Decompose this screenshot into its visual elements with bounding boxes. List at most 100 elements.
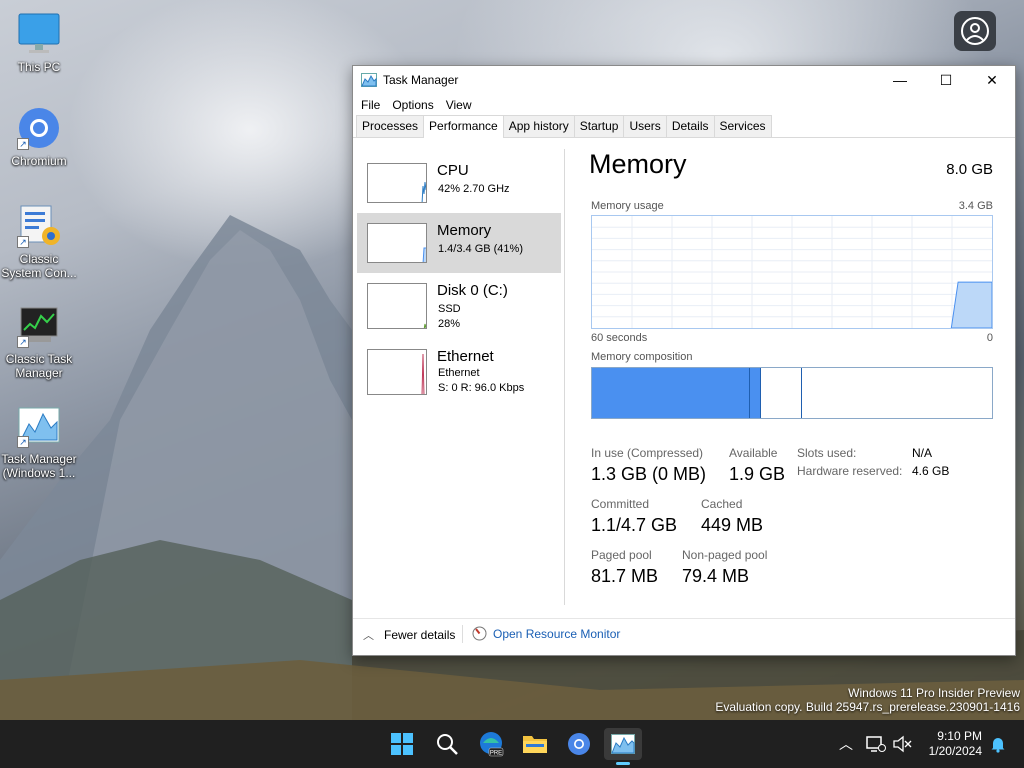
show-hidden-icons-button[interactable]: ︿ [830,728,862,760]
sidebar-item-detail: 1.4/3.4 GB (41%) [438,243,523,255]
window-title: Task Manager [383,73,459,87]
tab-processes[interactable]: Processes [356,115,425,137]
tab-app-history[interactable]: App history [502,115,575,137]
memory-usage-area [950,281,992,328]
tab-performance[interactable]: Performance [423,115,504,138]
network-icon [866,736,886,752]
chromium-icon [568,733,590,755]
stat-in-use-value: 1.3 GB (0 MB) [591,464,707,484]
stat-slots-value: N/A [912,446,933,460]
sidebar-item-cpu[interactable]: CPU 42% 2.70 GHz [357,153,561,213]
fewer-details-button[interactable]: ︿ Fewer details [363,627,455,643]
watermark-line1: Windows 11 Pro Insider Preview [848,686,1020,700]
stat-committed-label: Committed [591,497,650,511]
chromium-taskbar-button[interactable] [563,728,595,760]
menu-options[interactable]: Options [387,98,438,112]
sidebar-item-detail: 42% 2.70 GHz [438,183,510,195]
cpu-thumbnail-graph [367,163,427,203]
sidebar-item-label: Memory [437,222,492,239]
folder-icon [523,736,547,753]
desktop-icon-task-manager[interactable]: ↗ Task Manager (Windows 1... [0,404,78,480]
composition-standby [761,368,803,418]
search-icon [437,734,458,755]
sidebar-item-label: Ethernet [437,348,494,365]
stat-nonpaged-value: 79.4 MB [682,566,750,586]
desktop-icon-label: Classic Task [5,352,73,366]
start-button[interactable] [386,728,418,760]
stat-hw-reserved-label: Hardware reserved: [797,464,903,478]
chromium-icon: ↗ [17,106,61,150]
tab-startup[interactable]: Startup [573,115,625,137]
tab-details[interactable]: Details [665,115,715,137]
sidebar-item-detail-2: 28% [438,318,461,330]
search-button[interactable] [431,728,463,760]
desktop-icon-this-pc[interactable]: This PC [0,12,78,74]
desktop-icon-classic-system-config[interactable]: ↗ Classic System Con... [0,204,78,280]
file-explorer-button[interactable] [519,728,551,760]
sidebar-item-ethernet[interactable]: Ethernet Ethernet S: 0 R: 96.0 Kbps [357,339,561,399]
stat-cached-value: 449 MB [701,515,764,535]
svg-text:PRE: PRE [490,751,502,757]
resource-monitor-icon [472,626,487,641]
memory-details: Memory 8.0 GB Memory usage 3.4 GB 60 sec… [589,139,993,605]
memory-total: 8.0 GB [946,161,993,178]
volume-button[interactable] [886,728,918,760]
desktop-icon-classic-task-manager[interactable]: ↗ Classic Task Manager [0,304,78,380]
tab-services[interactable]: Services [713,115,772,137]
shortcut-arrow-icon: ↗ [17,138,29,150]
menu-bar: File Options View [353,94,1015,116]
watermark-line2: Evaluation copy. Build 25947.rs_prerelea… [715,700,1020,714]
composition-in-use [592,368,750,418]
graph-time-left: 60 seconds [591,332,648,344]
windows-watermark: Windows 11 Pro Insider Preview Evaluatio… [715,686,1020,714]
menu-view[interactable]: View [441,98,477,112]
memory-usage-chart [592,216,992,328]
edge-preview-button[interactable]: PRE [475,728,507,760]
notifications-button[interactable] [982,728,1014,760]
clock-date: 1/20/2024 [928,744,982,758]
user-avatar[interactable] [954,11,996,51]
memory-composition-label: Memory composition [591,351,693,363]
stat-in-use-label: In use (Compressed) [591,446,704,460]
memory-thumbnail-graph [367,223,427,263]
tab-users[interactable]: Users [623,115,667,137]
close-button[interactable]: ✕ [969,66,1015,94]
shortcut-arrow-icon: ↗ [17,436,29,448]
classic-task-manager-icon: ↗ [17,304,61,348]
resource-sidebar: CPU 42% 2.70 GHz Memory 1.4/3.4 GB (41%)… [353,139,563,605]
minimize-button[interactable]: — [877,66,923,94]
graph-time-right: 0 [986,332,993,344]
stat-hw-reserved-value: 4.6 GB [912,464,950,478]
desktop-icon-label: Chromium [11,154,67,168]
stat-nonpaged-label: Non-paged pool [682,548,768,562]
memory-usage-graph [591,215,993,329]
clock-time: 9:10 PM [937,729,982,743]
windows-logo-icon [391,733,413,755]
sidebar-item-memory[interactable]: Memory 1.4/3.4 GB (41%) [357,213,561,273]
open-resource-monitor-link[interactable]: Open Resource Monitor [472,626,620,641]
active-app-indicator [616,762,630,765]
user-icon [961,17,989,45]
desktop-icon-label: Task Manager [1,452,77,466]
fewer-details-label: Fewer details [384,628,456,642]
stat-committed-value: 1.1/4.7 GB [591,515,678,535]
task-manager-icon [611,734,635,754]
panel-divider [564,149,565,605]
edge-pre-icon: PRE [480,732,504,757]
disk-thumbnail-graph [367,283,427,329]
shortcut-arrow-icon: ↗ [17,336,29,348]
sidebar-item-detail: SSD [438,303,461,315]
maximize-button[interactable]: ☐ [923,66,969,94]
menu-file[interactable]: File [356,98,385,112]
task-manager-taskbar-button[interactable] [604,728,642,765]
stat-available-value: 1.9 GB [729,464,786,484]
clock[interactable]: 9:10 PM 1/20/2024 [920,729,982,759]
stat-available-label: Available [729,446,778,460]
stat-paged-value: 81.7 MB [591,566,659,586]
sidebar-item-disk[interactable]: Disk 0 (C:) SSD 28% [357,273,561,333]
ethernet-thumbnail-graph [367,349,427,395]
footer-divider [462,625,463,643]
desktop-icon-chromium[interactable]: ↗ Chromium [0,106,78,168]
title-bar[interactable]: Task Manager — ☐ ✕ [353,66,1015,94]
close-icon: ✕ [986,71,998,88]
